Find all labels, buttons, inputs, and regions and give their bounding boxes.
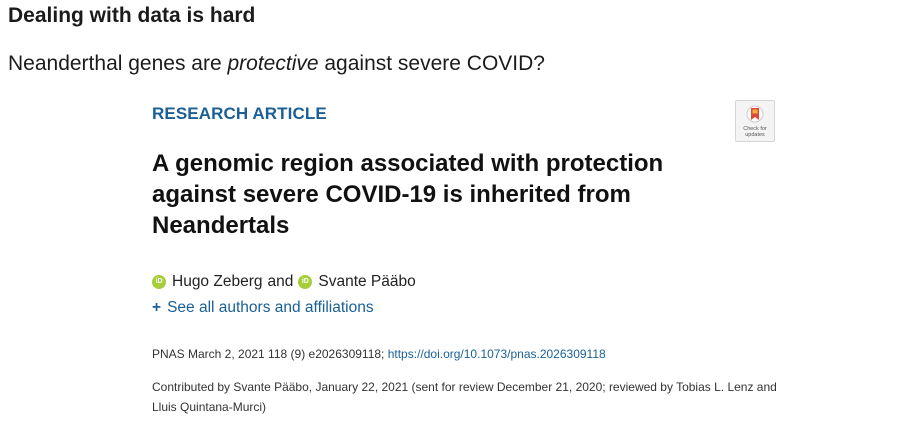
author-separator: and xyxy=(267,273,294,290)
subtitle-text: Neanderthal genes are xyxy=(8,52,228,75)
author-name[interactable]: Hugo Zeberg xyxy=(172,273,262,291)
author-list: iD Hugo Zeberg and iD Svante Pääbo xyxy=(152,273,416,291)
slide-subtitle: Neanderthal genes are protective against… xyxy=(8,52,545,76)
citation-text: PNAS March 2, 2021 118 (9) e2026309118; xyxy=(152,347,388,361)
orcid-icon[interactable]: iD xyxy=(152,275,166,289)
slide-title: Dealing with data is hard xyxy=(8,4,256,27)
article-screenshot: RESEARCH ARTICLE Check for updates A gen… xyxy=(150,96,780,436)
subtitle-emphasis: protective xyxy=(227,52,319,75)
article-type-label: RESEARCH ARTICLE xyxy=(152,104,327,123)
article-title: A genomic region associated with protect… xyxy=(152,150,664,239)
author-name[interactable]: Svante Pääbo xyxy=(318,273,415,291)
plus-icon: + xyxy=(152,299,162,316)
bookmark-icon xyxy=(746,105,764,123)
badge-text: Check for updates xyxy=(743,126,767,138)
contributed-note: Contributed by Svante Pääbo, January 22,… xyxy=(152,380,777,414)
see-all-label: See all authors and affiliations xyxy=(167,299,374,316)
subtitle-text-end: against severe COVID? xyxy=(318,52,545,75)
doi-link[interactable]: https://doi.org/10.1073/pnas.2026309118 xyxy=(388,347,606,361)
citation-line: PNAS March 2, 2021 118 (9) e2026309118; … xyxy=(152,347,606,361)
orcid-icon[interactable]: iD xyxy=(298,275,313,289)
check-for-updates-badge[interactable]: Check for updates xyxy=(735,100,775,142)
see-all-authors-link[interactable]: + See all authors and affiliations xyxy=(152,299,374,317)
